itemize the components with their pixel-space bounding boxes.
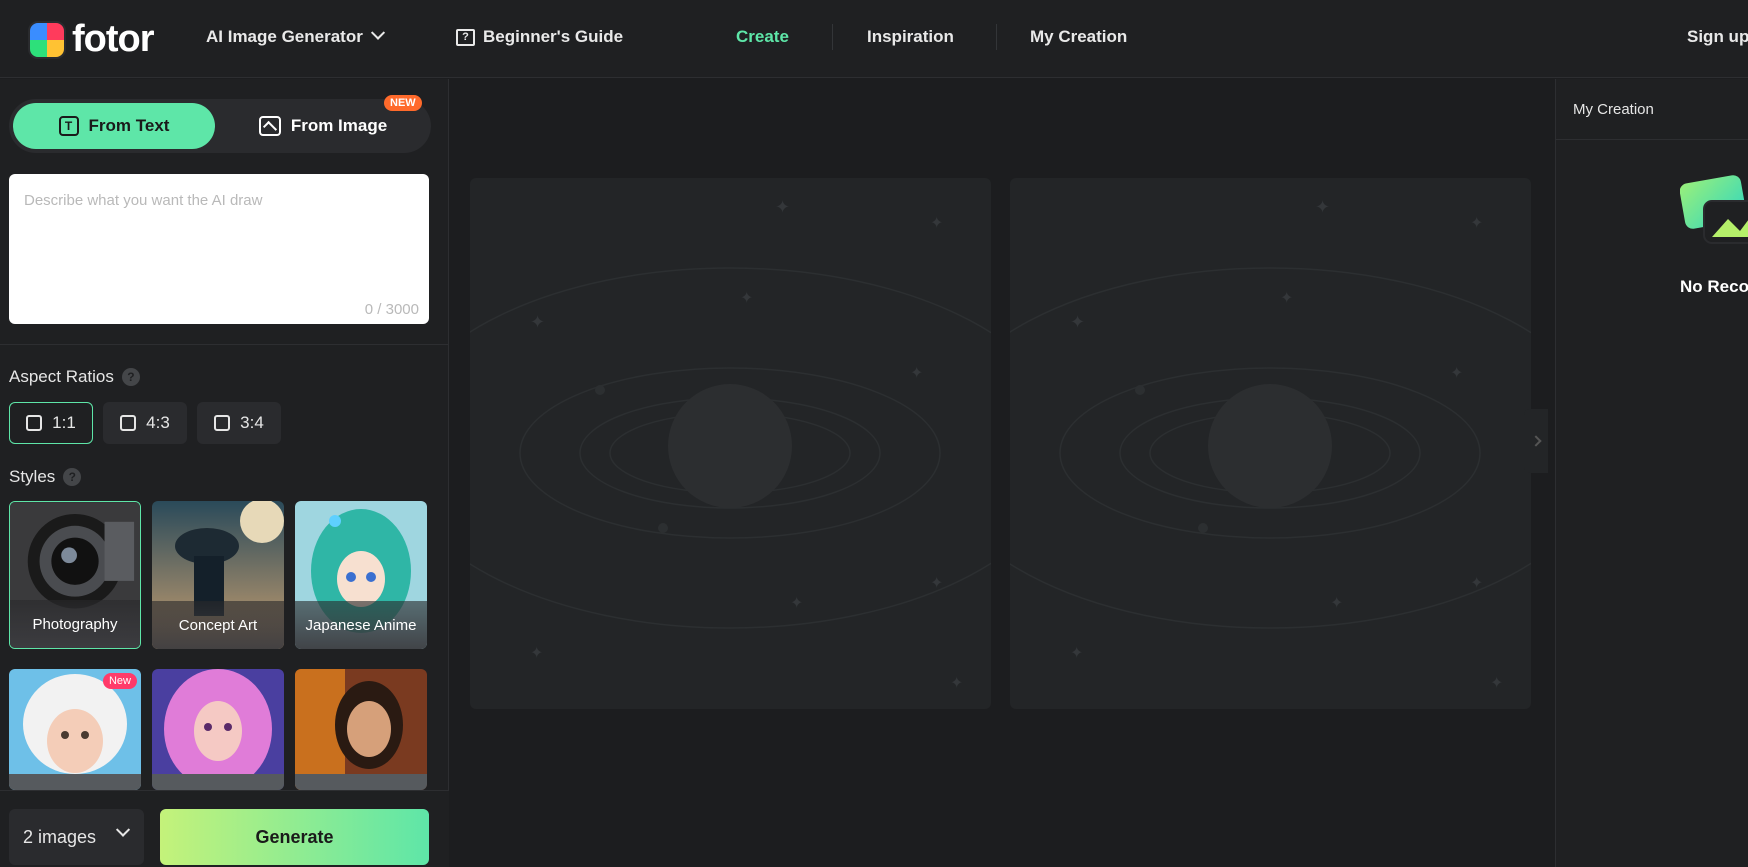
svg-text:✦: ✦ bbox=[930, 213, 943, 232]
styles-heading: Styles ? bbox=[9, 467, 82, 487]
char-counter: 0 / 3000 bbox=[364, 301, 419, 318]
svg-text:✦: ✦ bbox=[1315, 197, 1330, 218]
new-badge: New bbox=[102, 673, 137, 689]
svg-text:✦: ✦ bbox=[740, 288, 753, 307]
panel-divider bbox=[1556, 139, 1748, 140]
nav-divider bbox=[996, 24, 997, 50]
svg-text:✦: ✦ bbox=[530, 312, 545, 333]
svg-text:✦: ✦ bbox=[930, 573, 943, 592]
result-placeholder-1: ✦ ✦ ✦ ✦ ✦ ✦ ✦ ✦ ✦ bbox=[470, 178, 991, 709]
svg-text:✦: ✦ bbox=[1330, 593, 1343, 612]
pink-hair-girl-thumbnail bbox=[152, 669, 284, 790]
prompt-input[interactable] bbox=[24, 192, 414, 282]
style-label: Concept Art bbox=[152, 601, 284, 649]
nav-create[interactable]: Create bbox=[736, 0, 789, 74]
result-placeholder-2: ✦ ✦ ✦ ✦ ✦ ✦ ✦ ✦ ✦ bbox=[1010, 178, 1531, 709]
square-icon bbox=[120, 415, 137, 431]
nav-label: Create bbox=[736, 27, 789, 46]
canvas-area: ✦ ✦ ✦ ✦ ✦ ✦ ✦ ✦ ✦ ✦ ✦ ✦ ✦ ✦ ✦ ✦ ✦ ✦ bbox=[450, 79, 1554, 867]
from-text-tab[interactable]: T From Text bbox=[13, 103, 215, 149]
image-icon bbox=[258, 116, 281, 136]
sign-up-link[interactable]: Sign up bbox=[1687, 0, 1748, 74]
ratio-label: 1:1 bbox=[52, 413, 76, 432]
help-icon[interactable]: ? bbox=[121, 368, 140, 386]
nav-label: AI Image Generator bbox=[206, 27, 363, 46]
from-image-label: From Image bbox=[290, 116, 388, 135]
text-icon: T bbox=[58, 116, 79, 136]
nav-label: My Creation bbox=[1030, 27, 1128, 46]
nav-my-creation[interactable]: My Creation bbox=[1030, 0, 1127, 74]
help-icon[interactable]: ? bbox=[63, 468, 82, 486]
image-count-value: 2 images bbox=[23, 826, 97, 847]
ratio-label: 4:3 bbox=[146, 413, 170, 432]
my-creation-panel: My Creation No Records bbox=[1555, 79, 1748, 867]
svg-text:✦: ✦ bbox=[950, 673, 963, 692]
sign-up-label: Sign up bbox=[1687, 27, 1748, 46]
svg-text:✦: ✦ bbox=[530, 643, 543, 662]
svg-text:✦: ✦ bbox=[775, 197, 790, 218]
planet-placeholder-icon: ✦ ✦ ✦ ✦ ✦ ✦ ✦ ✦ ✦ bbox=[1010, 197, 1531, 692]
image-count-select[interactable]: 2 images bbox=[9, 809, 144, 865]
ratio-1-1[interactable]: 1:1 bbox=[9, 402, 93, 444]
my-creation-title: My Creation bbox=[1573, 101, 1654, 118]
svg-text:✦: ✦ bbox=[1470, 213, 1483, 232]
new-badge: NEW bbox=[384, 95, 422, 111]
nav-divider bbox=[832, 24, 833, 50]
styles-title: Styles bbox=[9, 467, 56, 486]
prompt-box: 0 / 3000 bbox=[9, 174, 429, 324]
logo-text: fotor bbox=[72, 18, 155, 60]
style-photography[interactable]: Photography bbox=[9, 501, 141, 649]
ratio-label: 3:4 bbox=[240, 413, 264, 432]
ratio-3-4[interactable]: 3:4 bbox=[197, 402, 281, 444]
style-japanese-anime[interactable]: Japanese Anime bbox=[295, 501, 427, 649]
nav-beginners-guide[interactable]: ? Beginner's Guide bbox=[456, 0, 623, 74]
chevron-right-icon bbox=[1530, 435, 1542, 447]
square-icon bbox=[214, 415, 231, 431]
nav-label: Beginner's Guide bbox=[483, 27, 624, 46]
nav-inspiration[interactable]: Inspiration bbox=[867, 0, 954, 74]
fotor-logo-icon bbox=[28, 20, 66, 59]
section-divider bbox=[0, 344, 449, 345]
fotor-logo[interactable]: fotor bbox=[28, 18, 155, 61]
from-text-label: From Text bbox=[88, 116, 170, 135]
expand-panel-handle[interactable] bbox=[1524, 409, 1548, 473]
nav-label: Inspiration bbox=[867, 27, 954, 46]
planet-placeholder-icon: ✦ ✦ ✦ ✦ ✦ ✦ ✦ ✦ ✦ bbox=[470, 197, 991, 692]
svg-text:✦: ✦ bbox=[1070, 643, 1083, 662]
style-concept-art[interactable]: Concept Art bbox=[152, 501, 284, 649]
generate-button[interactable]: Generate bbox=[160, 809, 429, 865]
top-header: fotor AI Image Generator ? Beginner's Gu… bbox=[0, 0, 1748, 78]
svg-text:✦: ✦ bbox=[790, 593, 803, 612]
empty-gallery-icon bbox=[1680, 175, 1748, 244]
aspect-ratios-heading: Aspect Ratios ? bbox=[9, 367, 140, 387]
style-label: Japanese Anime bbox=[295, 601, 427, 649]
left-control-panel: T From Text From Image NEW 0 / 3000 Aspe… bbox=[0, 79, 449, 867]
guide-book-icon: ? bbox=[456, 28, 475, 46]
svg-text:✦: ✦ bbox=[1490, 673, 1503, 692]
svg-text:✦: ✦ bbox=[1280, 288, 1293, 307]
mode-toggle: T From Text From Image bbox=[9, 99, 431, 153]
style-card-6[interactable] bbox=[295, 669, 427, 790]
oil-portrait-thumbnail bbox=[295, 669, 427, 790]
svg-text:✦: ✦ bbox=[910, 363, 923, 382]
style-label: Photography bbox=[10, 600, 140, 648]
square-icon bbox=[26, 415, 43, 431]
svg-text:✦: ✦ bbox=[1450, 363, 1463, 382]
style-card-5[interactable] bbox=[152, 669, 284, 790]
app-root: fotor AI Image Generator ? Beginner's Gu… bbox=[0, 0, 1748, 867]
svg-text:✦: ✦ bbox=[1070, 312, 1085, 333]
generate-bar: 2 images Generate bbox=[0, 790, 449, 867]
chevron-down-icon bbox=[115, 822, 131, 837]
nav-ai-image-generator[interactable]: AI Image Generator bbox=[206, 0, 385, 74]
aspect-ratios-title: Aspect Ratios bbox=[9, 367, 114, 386]
chevron-down-icon bbox=[370, 25, 385, 40]
ratio-4-3[interactable]: 4:3 bbox=[103, 402, 187, 444]
no-records-text: No Records bbox=[1680, 277, 1748, 296]
svg-text:✦: ✦ bbox=[1470, 573, 1483, 592]
style-card-4[interactable]: New bbox=[9, 669, 141, 790]
